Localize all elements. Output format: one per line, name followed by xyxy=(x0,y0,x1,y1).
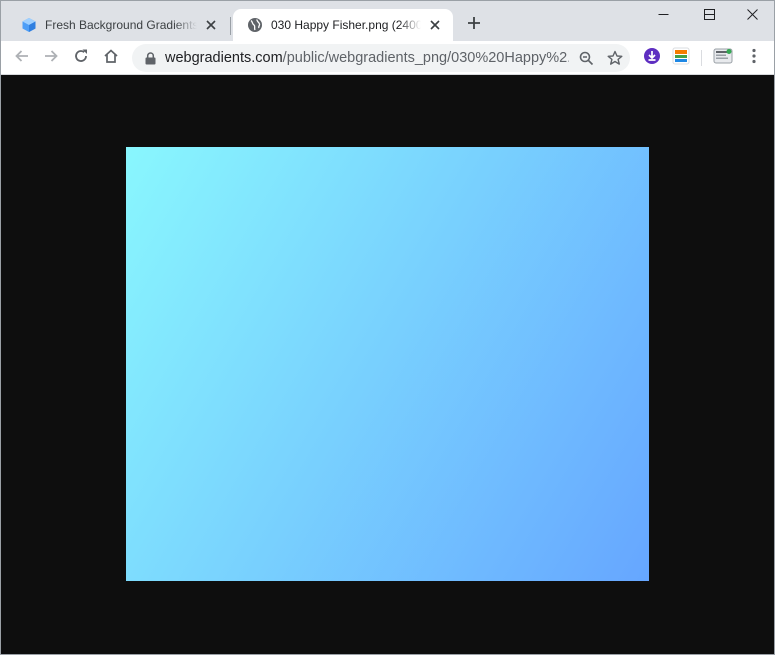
close-icon[interactable] xyxy=(427,17,443,33)
profile-extension-button[interactable] xyxy=(710,45,736,71)
close-icon[interactable] xyxy=(203,17,219,33)
screen-icon xyxy=(713,47,733,70)
download-icon xyxy=(643,47,661,70)
new-tab-button[interactable] xyxy=(463,14,485,36)
window-close-button[interactable] xyxy=(730,1,774,31)
toolbar: webgradients.com/public/webgradients_png… xyxy=(1,41,774,75)
home-button[interactable] xyxy=(98,45,124,71)
globe-icon xyxy=(247,17,263,33)
address-bar[interactable]: webgradients.com/public/webgradients_png… xyxy=(132,44,630,72)
reload-icon xyxy=(73,48,89,69)
tab-happy-fisher[interactable]: 030 Happy Fisher.png (2400×2 xyxy=(233,9,453,41)
browser-window: Fresh Background Gradients | W 030 Happy… xyxy=(0,0,775,655)
zoom-icon[interactable] xyxy=(578,50,594,66)
close-icon xyxy=(747,7,758,25)
back-button[interactable] xyxy=(9,45,35,71)
download-extension-button[interactable] xyxy=(639,45,665,71)
tab-strip: Fresh Background Gradients | W 030 Happy… xyxy=(1,1,774,41)
tab-fresh-background-gradients[interactable]: Fresh Background Gradients | W xyxy=(7,9,229,41)
cube-icon xyxy=(21,17,37,33)
gradient-image xyxy=(126,147,649,581)
maximize-button[interactable] xyxy=(687,1,732,31)
bookmark-star-icon[interactable] xyxy=(607,50,623,66)
arrow-right-icon xyxy=(43,48,59,69)
kebab-menu-icon xyxy=(752,48,756,69)
toolbar-divider xyxy=(701,50,702,66)
lock-icon[interactable] xyxy=(143,51,157,65)
tab-separator xyxy=(230,17,231,35)
smart-pro-icon xyxy=(672,47,690,70)
arrow-left-icon xyxy=(14,48,30,69)
tab-title: 030 Happy Fisher.png (2400×2 xyxy=(271,18,421,32)
minimize-icon xyxy=(658,7,669,25)
menu-button[interactable] xyxy=(741,45,767,71)
plus-icon xyxy=(467,16,481,35)
maximize-icon xyxy=(704,7,715,25)
url-path: /public/webgradients_png/030%20Happy%2..… xyxy=(282,50,569,66)
url-host: webgradients.com xyxy=(165,50,283,66)
url-text: webgradients.com/public/webgradients_png… xyxy=(165,50,569,66)
tab-title: Fresh Background Gradients | W xyxy=(45,18,197,32)
smartpro-extension-button[interactable] xyxy=(668,45,694,71)
image-viewport xyxy=(1,75,774,654)
forward-button[interactable] xyxy=(38,45,64,71)
home-icon xyxy=(103,48,119,69)
minimize-button-area[interactable] xyxy=(641,1,686,31)
reload-button[interactable] xyxy=(68,45,94,71)
